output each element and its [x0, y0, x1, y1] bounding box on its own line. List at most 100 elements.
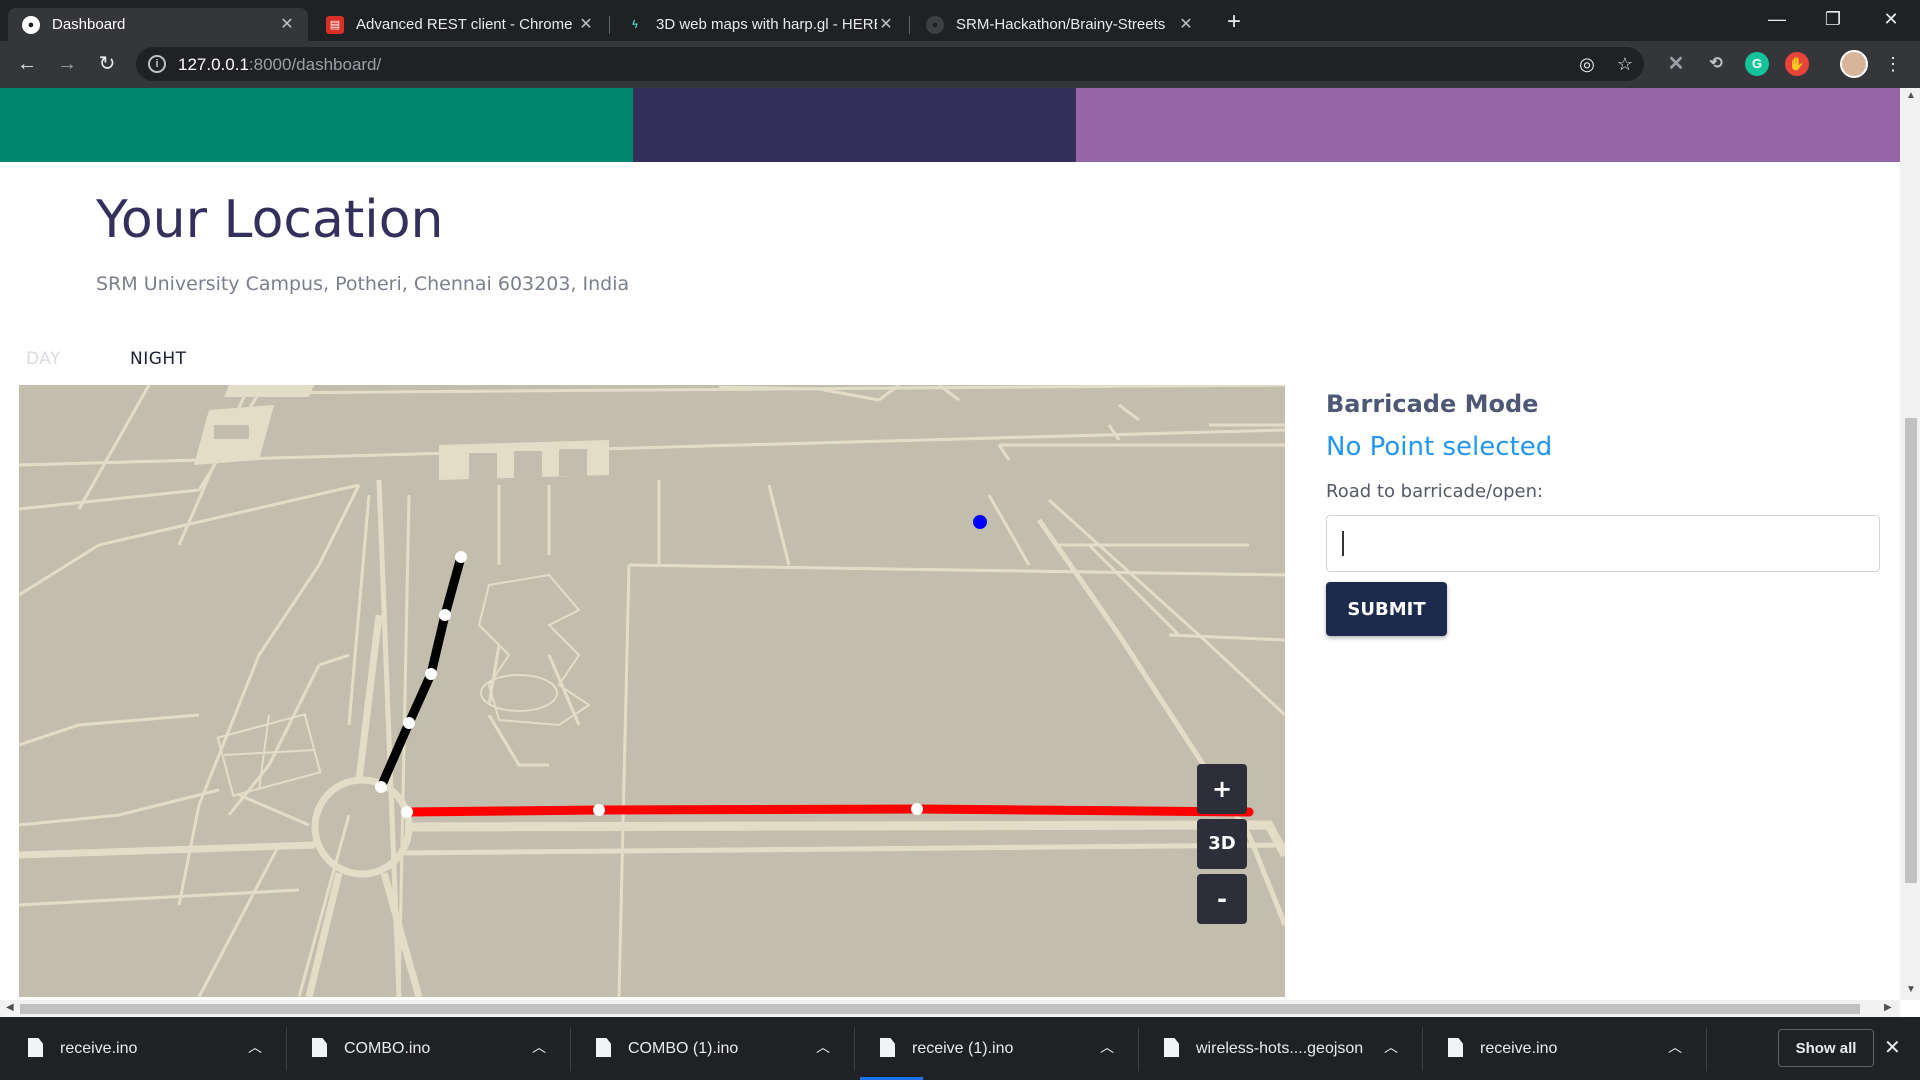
file-icon — [596, 1038, 611, 1057]
site-info-icon[interactable]: i — [148, 55, 166, 73]
map-building-cutouts — [214, 425, 587, 480]
forward-button[interactable]: → — [52, 49, 82, 79]
close-icon[interactable]: ✕ — [1177, 16, 1195, 34]
route-point[interactable] — [375, 781, 387, 793]
tab-night[interactable]: NIGHT — [130, 349, 187, 369]
road-input[interactable] — [1326, 515, 1880, 572]
close-icon[interactable]: ✕ — [877, 16, 895, 34]
scroll-left-icon[interactable]: ◀ — [6, 1002, 14, 1013]
tab-title: SRM-Hackathon/Brainy-Streets — [956, 16, 1166, 33]
chevron-up-icon[interactable]: ︿ — [1668, 1037, 1682, 1057]
header-band-navy — [633, 88, 1076, 162]
location-icon[interactable]: ◎ — [1576, 53, 1598, 75]
restore-button[interactable]: ❐ — [1810, 0, 1856, 38]
page-content: Your Location SRM University Campus, Pot… — [0, 88, 1900, 1000]
download-item[interactable]: wireless-hots....geojson ︿ — [1136, 1017, 1418, 1080]
reload-button[interactable]: ↻ — [92, 49, 122, 79]
new-tab-button[interactable]: + — [1220, 8, 1248, 36]
show-all-downloads-button[interactable]: Show all — [1778, 1029, 1874, 1067]
tab-github-repo[interactable]: ● SRM-Hackathon/Brainy-Streets ✕ — [912, 8, 1207, 41]
map-view[interactable]: + 3D - — [19, 385, 1285, 997]
url-text[interactable]: 127.0.0.1:8000/dashboard/ — [178, 55, 381, 75]
scroll-up-icon[interactable]: ▲ — [1906, 90, 1916, 101]
route-points — [375, 551, 923, 818]
download-filename: receive (1).ino — [912, 1040, 1014, 1057]
tab-harp-gl[interactable]: ϟ 3D web maps with harp.gl - HERE ✕ — [612, 8, 907, 41]
back-button[interactable]: ← — [12, 49, 42, 79]
download-item[interactable]: COMBO (1).ino ︿ — [568, 1017, 850, 1080]
tab-title: 3D web maps with harp.gl - HERE — [656, 16, 877, 33]
file-icon — [880, 1038, 895, 1057]
file-icon — [312, 1038, 327, 1057]
chevron-up-icon[interactable]: ︿ — [816, 1037, 830, 1057]
download-item[interactable]: COMBO.ino ︿ — [284, 1017, 566, 1080]
route-point[interactable] — [911, 803, 923, 815]
download-item[interactable]: receive (1).ino ︿ — [852, 1017, 1134, 1080]
chevron-up-icon[interactable]: ︿ — [1100, 1037, 1114, 1057]
zoom-out-button[interactable]: - — [1197, 874, 1247, 924]
tab-day[interactable]: DAY — [26, 349, 61, 369]
download-item[interactable]: receive.ino ︿ — [1420, 1017, 1702, 1080]
location-address: SRM University Campus, Potheri, Chennai … — [96, 273, 630, 295]
download-filename: COMBO.ino — [344, 1040, 431, 1057]
location-marker[interactable] — [973, 515, 987, 529]
chevron-up-icon[interactable]: ︿ — [248, 1037, 262, 1057]
tab-dashboard[interactable]: ● Dashboard ✕ — [8, 8, 308, 41]
close-icon[interactable]: ✕ — [1884, 1035, 1901, 1060]
download-filename: receive.ino — [1480, 1040, 1558, 1057]
route-point[interactable] — [401, 806, 413, 818]
file-icon — [28, 1038, 43, 1057]
road-input-label: Road to barricade/open: — [1326, 481, 1544, 502]
map-canvas[interactable] — [19, 385, 1285, 997]
scroll-right-icon[interactable]: ▶ — [1884, 1002, 1892, 1013]
selection-status: No Point selected — [1326, 432, 1553, 462]
route-red[interactable] — [402, 804, 1254, 817]
address-bar[interactable]: i 127.0.0.1:8000/dashboard/ ◎ ☆ — [136, 47, 1644, 81]
avatar[interactable] — [1840, 50, 1868, 78]
menu-kebab-icon[interactable]: ⋮ — [1882, 53, 1904, 75]
route-black[interactable] — [376, 552, 466, 792]
route-point[interactable] — [455, 551, 467, 563]
harp-icon: ϟ — [632, 18, 638, 31]
route-point[interactable] — [403, 717, 415, 729]
vertical-scroll-thumb[interactable] — [1905, 418, 1917, 883]
bookmark-star-icon[interactable]: ☆ — [1614, 53, 1636, 75]
file-icon — [1164, 1038, 1179, 1057]
download-shelf: receive.ino ︿ COMBO.ino ︿ COMBO (1).ino … — [0, 1017, 1920, 1080]
zoom-in-button[interactable]: + — [1197, 764, 1247, 814]
tab-rest-client[interactable]: ▤ Advanced REST client - Chrome V ✕ — [312, 8, 607, 41]
page-title: Your Location — [96, 190, 444, 250]
chevron-up-icon[interactable]: ︿ — [1384, 1037, 1398, 1057]
download-item[interactable]: receive.ino ︿ — [0, 1017, 282, 1080]
route-point[interactable] — [425, 668, 437, 680]
download-filename: COMBO (1).ino — [628, 1040, 739, 1057]
tab-title: Dashboard — [52, 16, 126, 33]
vertical-scrollbar[interactable]: ▲ ▼ — [1900, 88, 1920, 1000]
adblock-icon[interactable]: ✋ — [1785, 52, 1809, 76]
chevron-up-icon[interactable]: ︿ — [532, 1037, 546, 1057]
close-icon[interactable]: ✕ — [577, 16, 595, 34]
close-icon[interactable]: ✕ — [278, 16, 296, 34]
github-icon: ● — [22, 15, 40, 34]
download-separator — [1706, 1027, 1707, 1071]
x-extension-icon[interactable]: ✕ — [1664, 52, 1688, 76]
tab-separator — [909, 16, 910, 34]
url-host: 127.0.0.1 — [178, 55, 249, 74]
minimize-button[interactable]: — — [1754, 0, 1800, 38]
window-close-button[interactable]: ✕ — [1868, 0, 1914, 38]
tab-separator — [609, 16, 610, 34]
github-icon: ● — [926, 15, 944, 34]
header-band-purple — [1076, 88, 1900, 162]
route-point[interactable] — [439, 609, 451, 621]
extension-icon[interactable]: ⟲ — [1704, 52, 1728, 76]
horizontal-scrollbar[interactable]: ◀ ▶ — [0, 1000, 1900, 1017]
route-point[interactable] — [593, 804, 605, 816]
grammarly-icon[interactable]: G — [1745, 52, 1769, 76]
scroll-down-icon[interactable]: ▼ — [1906, 984, 1916, 995]
submit-button[interactable]: SUBMIT — [1326, 582, 1447, 636]
toggle-3d-button[interactable]: 3D — [1197, 819, 1247, 869]
rest-client-icon: ▤ — [326, 15, 344, 34]
text-caret — [1342, 531, 1344, 556]
horizontal-scroll-thumb[interactable] — [20, 1004, 1860, 1014]
browser-tab-strip: ● Dashboard ✕ ▤ Advanced REST client - C… — [0, 0, 1920, 41]
